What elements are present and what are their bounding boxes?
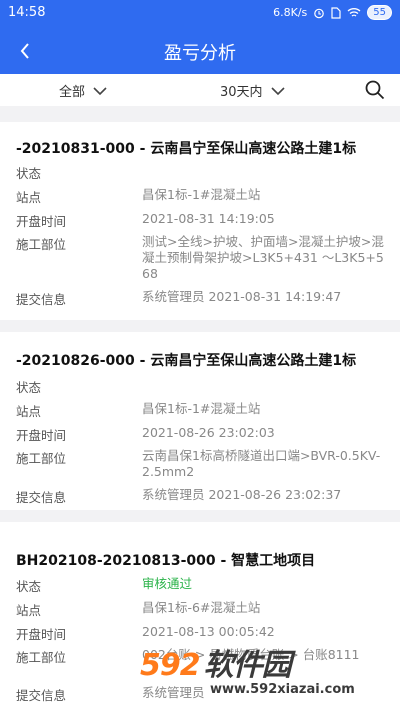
watermark-logo-text: 软件园	[203, 648, 292, 683]
construction-part-label: 施工部位	[16, 237, 67, 252]
alarm-icon	[314, 8, 325, 18]
wifi-icon	[347, 8, 361, 17]
construction-part-value: 测试>全线>护坡、护面墙>混凝土护坡>混凝土预制骨架护坡>L3K5+431 〜L…	[142, 234, 384, 281]
search-button[interactable]	[364, 79, 386, 101]
status-badge: 审核通过	[142, 576, 193, 591]
station-label: 站点	[16, 603, 42, 618]
record-title: -20210826-000 - 云南昌宁至保山高速公路土建1标	[16, 353, 357, 369]
scope-filter-label: 全部	[59, 85, 86, 100]
status-icons: 6.8K/s 55	[273, 5, 392, 20]
network-speed: 6.8K/s	[273, 6, 308, 19]
station-label: 站点	[16, 404, 42, 419]
search-icon	[365, 80, 385, 100]
open-time-value: 2021-08-26 23:02:03	[142, 425, 275, 440]
period-filter-dropdown[interactable]: 30天内	[220, 81, 285, 100]
chevron-down-icon	[270, 86, 285, 95]
sim-card-icon	[331, 6, 341, 19]
status-label: 状态	[16, 579, 42, 594]
period-filter-label: 30天内	[220, 85, 263, 100]
page-title: 盈亏分析	[164, 43, 236, 64]
submit-info-value: 系统管理员 2021-08-26 23:02:37	[142, 487, 342, 502]
construction-part-value: 云南昌保1标高桥隧道出口端>BVR-0.5KV-2.5mm2	[142, 448, 381, 479]
open-time-value: 2021-08-13 00:05:42	[142, 624, 275, 639]
status-time: 14:58	[8, 5, 46, 20]
watermark-logo: 592 软件园	[140, 640, 292, 684]
submit-info-label: 提交信息	[16, 292, 67, 307]
record-title: -20210831-000 - 云南昌宁至保山高速公路土建1标	[16, 141, 357, 157]
battery-indicator: 55	[367, 5, 392, 20]
filter-bar: 全部 30天内	[0, 74, 400, 106]
watermark-url: www.592xiazai.com	[210, 682, 355, 697]
construction-part-label: 施工部位	[16, 650, 67, 665]
app-header: 14:58 6.8K/s 55 盈亏分析	[0, 0, 400, 74]
submit-info-label: 提交信息	[16, 490, 67, 505]
title-bar: 盈亏分析	[0, 28, 400, 74]
station-value: 昌保1标-1#混凝土站	[142, 401, 261, 416]
open-time-label: 开盘时间	[16, 214, 67, 229]
watermark: 592 软件园 www.592xiazai.com	[140, 640, 396, 706]
open-time-label: 开盘时间	[16, 428, 67, 443]
status-bar: 14:58 6.8K/s 55	[0, 0, 400, 28]
station-value: 昌保1标-6#混凝土站	[142, 600, 261, 615]
chevron-down-icon	[93, 86, 107, 95]
record-card[interactable]: -20210826-000 - 云南昌宁至保山高速公路土建1标 状态 站点 昌保…	[0, 332, 400, 510]
submit-info-value: 系统管理员 2021-08-31 14:19:47	[142, 289, 342, 304]
record-card[interactable]: -20210831-000 - 云南昌宁至保山高速公路土建1标 状态 站点 昌保…	[0, 122, 400, 320]
watermark-logo-number: 592	[140, 648, 201, 683]
station-label: 站点	[16, 190, 42, 205]
record-title: BH202108-20210813-000 - 智慧工地项目	[16, 553, 316, 569]
open-time-value: 2021-08-31 14:19:05	[142, 211, 275, 226]
status-label: 状态	[16, 380, 42, 395]
station-value: 昌保1标-1#混凝土站	[142, 187, 261, 202]
status-label: 状态	[16, 166, 42, 181]
scope-filter-dropdown[interactable]: 全部	[59, 81, 107, 100]
submit-info-label: 提交信息	[16, 688, 67, 703]
construction-part-label: 施工部位	[16, 451, 67, 466]
open-time-label: 开盘时间	[16, 627, 67, 642]
